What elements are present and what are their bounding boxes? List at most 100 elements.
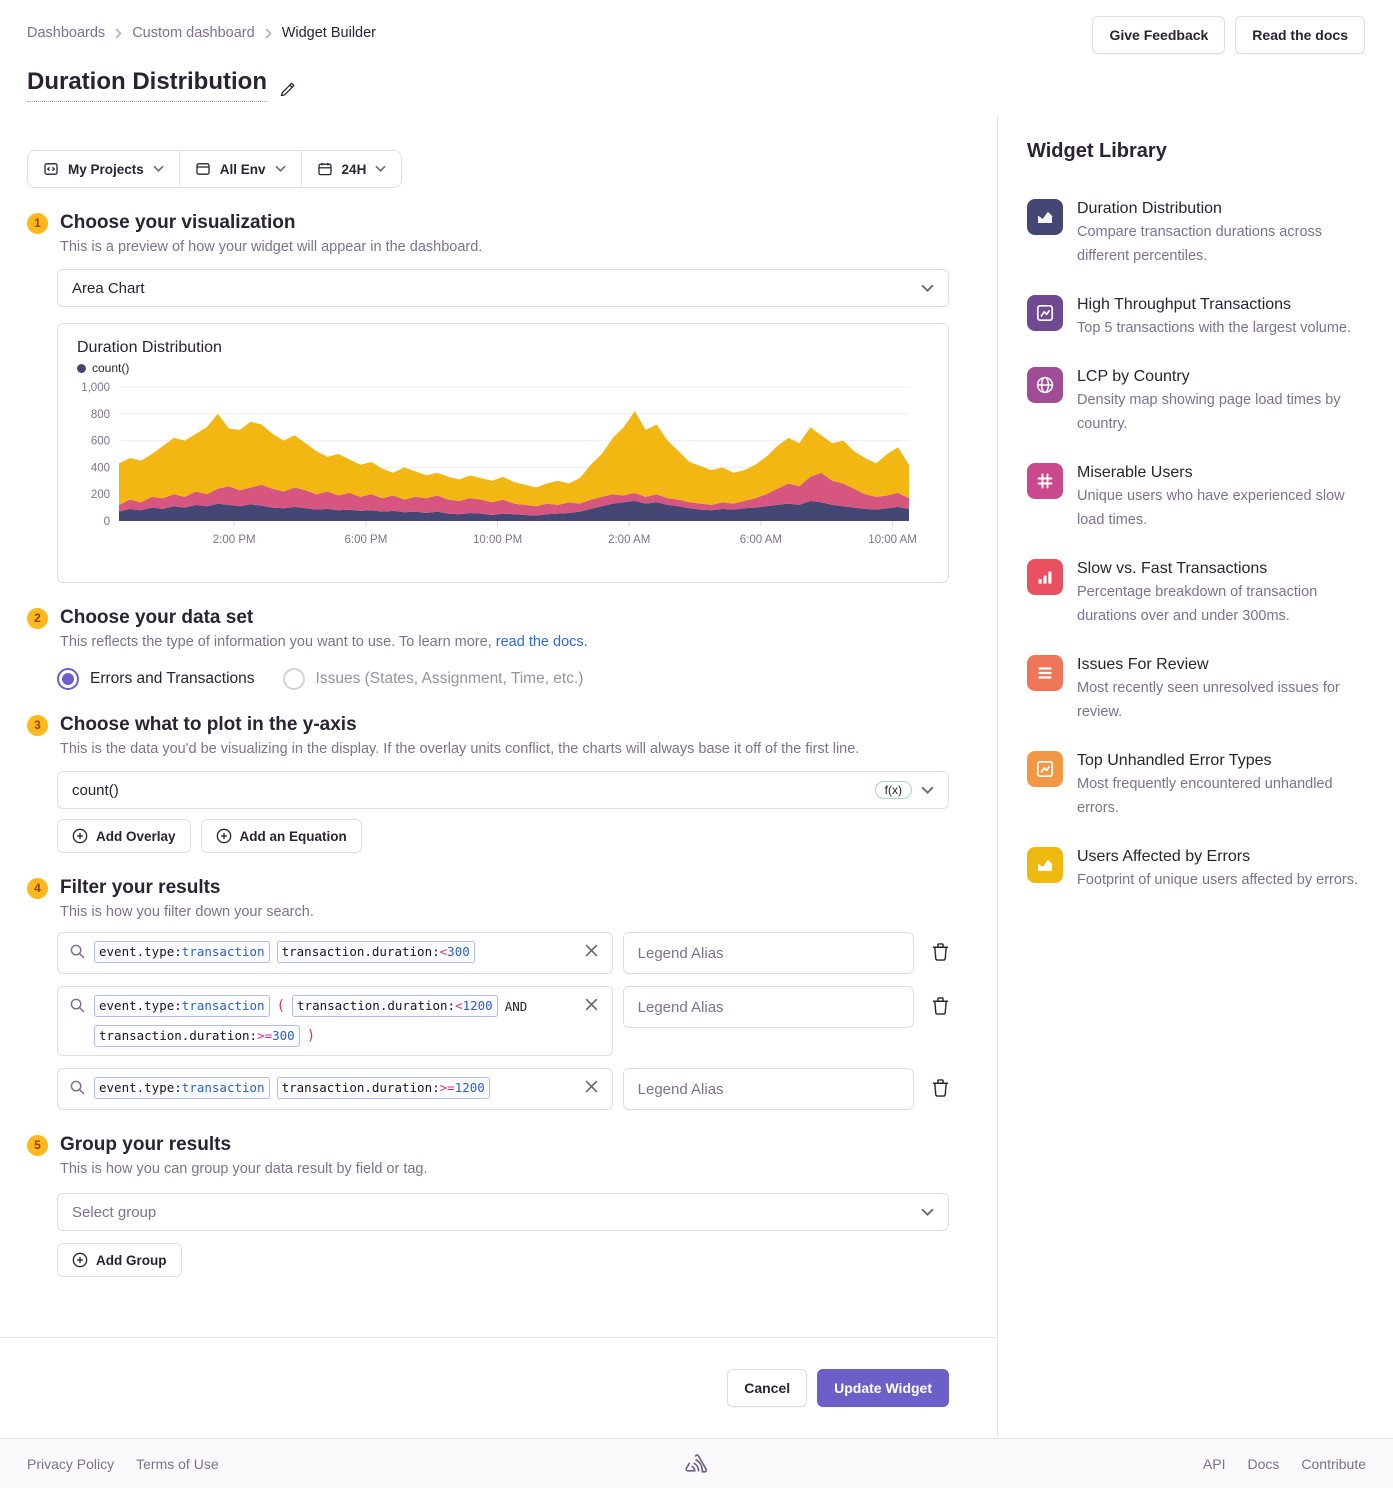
chevron-down-icon [921,786,934,795]
step-number-badge: 1 [27,213,48,234]
search-conditions-input[interactable]: event.type:transaction(transaction.durat… [57,986,613,1056]
widget-library-item[interactable]: Top Unhandled Error Types Most frequentl… [1027,751,1367,820]
delete-filter-button[interactable] [932,996,949,1015]
widget-library-item[interactable]: Slow vs. Fast Transactions Percentage br… [1027,559,1367,628]
yaxis-function-value: count() [72,782,875,799]
add-equation-button[interactable]: Add an Equation [201,819,362,853]
footer-link[interactable]: Contribute [1301,1456,1366,1472]
widget-library-item[interactable]: Users Affected by Errors Footprint of un… [1027,847,1367,892]
widget-library-item-title: Users Affected by Errors [1077,848,1358,866]
section-subtitle: This reflects the type of information yo… [60,634,949,650]
search-conditions-input[interactable]: event.type:transaction transaction.durati… [57,1068,613,1110]
widget-library-item[interactable]: Duration Distribution Compare transactio… [1027,199,1367,268]
footer-link[interactable]: API [1203,1456,1226,1472]
plus-circle-icon [72,828,88,844]
svg-text:400: 400 [91,462,110,474]
chevron-right-icon [115,28,122,39]
search-token[interactable]: event.type:transaction [94,995,270,1017]
widget-preview-panel: Duration Distribution count() 0200400600… [57,323,949,583]
breadcrumb-item[interactable]: Dashboards [27,25,105,41]
cancel-button[interactable]: Cancel [727,1369,807,1407]
widget-library-item[interactable]: High Throughput Transactions Top 5 trans… [1027,295,1367,340]
boolean-operator: AND [505,999,528,1014]
section-title: Filter your results [60,877,221,899]
widget-library-item-description: Percentage breakdown of transaction dura… [1077,580,1367,628]
section-dataset: 2 Choose your data set This reflects the… [27,607,949,690]
hash-icon [1027,463,1063,499]
plus-circle-icon [72,1252,88,1268]
list-icon [1027,655,1063,691]
search-token[interactable]: transaction.duration:<300 [277,941,475,963]
svg-text:6:00 PM: 6:00 PM [344,534,387,546]
widget-library-sidebar: Widget Library Duration Distribution Com… [1027,140,1367,919]
search-token[interactable]: transaction.duration:>=300 [94,1025,300,1047]
section-title: Choose your visualization [60,212,295,234]
legend-dot [77,364,86,373]
group-select[interactable]: Select group [57,1193,949,1231]
page-footer: Privacy Policy Terms of Use API Docs Contri… [0,1438,1393,1488]
group-select-placeholder: Select group [72,1204,921,1221]
edit-title-pencil-icon[interactable] [279,79,296,102]
widget-library-item-title: Issues For Review [1077,656,1367,674]
add-group-button[interactable]: Add Group [57,1243,182,1277]
update-widget-button[interactable]: Update Widget [817,1369,949,1407]
environment-filter[interactable]: All Env [180,151,302,187]
widget-library-item-description: Unique users who have experienced slow l… [1077,484,1367,532]
search-icon [70,998,85,1013]
add-overlay-button[interactable]: Add Overlay [57,819,191,853]
give-feedback-button[interactable]: Give Feedback [1092,16,1225,54]
breadcrumb-item[interactable]: Custom dashboard [132,25,255,41]
search-conditions-input[interactable]: event.type:transaction transaction.durati… [57,932,613,974]
dataset-option-issues[interactable]: Issues (States, Assignment, Time, etc.) [283,668,584,690]
breadcrumb-item: Widget Builder [282,25,376,41]
visualization-select[interactable]: Area Chart [57,269,949,307]
legend-alias-input[interactable] [623,932,914,974]
area-chart: 02004006008001,0002:00 PM6:00 PM10:00 PM… [77,381,929,553]
trash-icon [932,942,949,961]
filter-row: event.type:transaction transaction.durati… [57,1068,949,1110]
search-token[interactable]: transaction.duration:>=1200 [277,1077,490,1099]
time-range-filter[interactable]: 24H [302,151,402,187]
search-token[interactable]: event.type:transaction [94,1077,270,1099]
widget-library-item[interactable]: LCP by Country Density map showing page … [1027,367,1367,436]
environment-filter-label: All Env [220,162,266,177]
widget-library-item-description: Most recently seen unresolved issues for… [1077,676,1367,724]
project-filter[interactable]: My Projects [28,151,180,187]
section-subtitle: This is a preview of how your widget wil… [60,239,949,255]
read-docs-link[interactable]: read the docs [496,634,584,650]
footer-link[interactable]: Privacy Policy [27,1456,114,1472]
yaxis-function-select[interactable]: count() f(x) [57,771,949,809]
svg-text:800: 800 [91,409,110,421]
clear-search-icon[interactable] [583,942,600,959]
search-token[interactable]: transaction.duration:<1200 [292,995,498,1017]
section-yaxis: 3 Choose what to plot in the y-axis This… [27,714,949,853]
search-token[interactable]: event.type:transaction [94,941,270,963]
sentry-logo-icon[interactable] [684,1451,709,1476]
widget-library-item[interactable]: Miserable Users Unique users who have ex… [1027,463,1367,532]
clear-search-icon[interactable] [583,996,600,1013]
delete-filter-button[interactable] [932,942,949,961]
section-subtitle: This is how you can group your data resu… [60,1161,949,1177]
clear-search-icon[interactable] [583,1078,600,1095]
widget-library-item-title: Slow vs. Fast Transactions [1077,560,1367,578]
footer-link[interactable]: Docs [1248,1456,1280,1472]
delete-filter-button[interactable] [932,1078,949,1097]
widget-library-item-description: Most frequently encountered unhandled er… [1077,772,1367,820]
add-equation-label: Add an Equation [240,829,347,844]
legend-alias-input[interactable] [623,1068,914,1110]
trash-icon [932,1078,949,1097]
widget-library-item-title: Duration Distribution [1077,200,1367,218]
dataset-option-errors-transactions[interactable]: Errors and Transactions [57,668,255,690]
visualization-select-value: Area Chart [72,280,921,297]
widget-library-item[interactable]: Issues For Review Most recently seen unr… [1027,655,1367,724]
section-title: Choose what to plot in the y-axis [60,714,357,736]
legend-alias-input[interactable] [623,986,914,1028]
widget-library-item-title: Miserable Users [1077,464,1367,482]
svg-text:6:00 AM: 6:00 AM [740,534,782,546]
read-docs-button[interactable]: Read the docs [1235,16,1365,54]
section-subtitle: This is how you filter down your search. [60,904,949,920]
footer-link[interactable]: Terms of Use [136,1456,218,1472]
widget-library-item-title: Top Unhandled Error Types [1077,752,1367,770]
widget-library-item-title: High Throughput Transactions [1077,296,1351,314]
svg-text:2:00 AM: 2:00 AM [608,534,650,546]
